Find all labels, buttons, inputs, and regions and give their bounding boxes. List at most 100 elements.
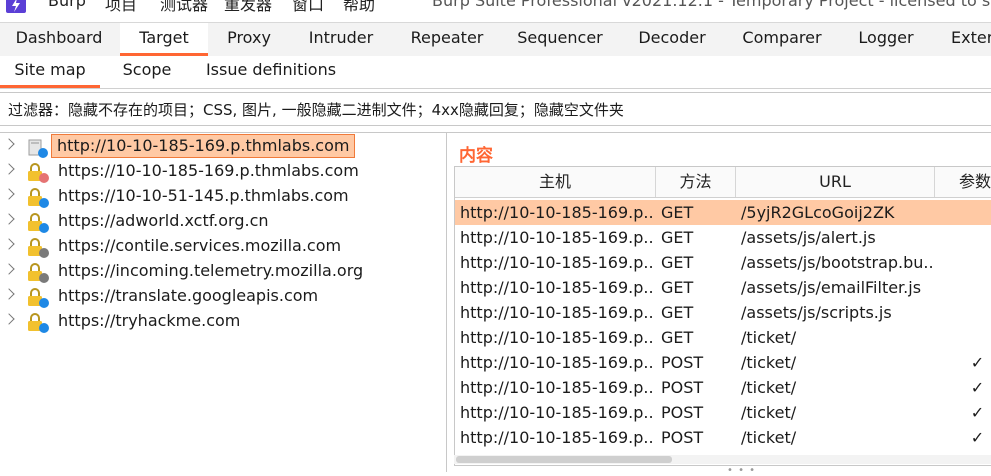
table-header: 主机 方法 URL 参数 (455, 167, 991, 198)
main-tab-bar: Dashboard Target Proxy Intruder Repeater… (0, 22, 991, 57)
lock-gray-icon (28, 263, 49, 283)
table-row[interactable]: http://10-10-185-169.p.... GET /5yjR2GLc… (455, 200, 991, 225)
menu-burp[interactable]: Burp (48, 0, 86, 10)
cell-params (965, 325, 990, 350)
site-map-tree: http://10-10-185-169.p.thmlabs.com https… (0, 132, 447, 472)
tree-item-url: https://10-10-185-169.p.thmlabs.com (58, 161, 359, 180)
tab-proxy[interactable]: Proxy (210, 23, 288, 55)
tree-item[interactable]: https://10-10-51-145.p.thmlabs.com (0, 184, 446, 209)
table-row[interactable]: http://10-10-185-169.p.... POST /ticket/… (455, 400, 991, 425)
cell-method: POST (661, 403, 704, 422)
cell-host: http://10-10-185-169.p.... (460, 353, 653, 372)
chevron-right-icon[interactable] (3, 138, 15, 150)
tab-comparer[interactable]: Comparer (726, 23, 838, 55)
window-title: Burp Suite Professional v2021.12.1 - Tem… (432, 0, 991, 10)
chevron-right-icon[interactable] (3, 313, 15, 325)
cell-url: /assets/js/bootstrap.bu... (741, 253, 933, 272)
chevron-right-icon[interactable] (3, 213, 15, 225)
menu-repeater[interactable]: 重发器 (224, 0, 272, 15)
tab-decoder[interactable]: Decoder (620, 23, 724, 55)
tab-extender-label: Exter (951, 28, 991, 47)
column-header-method[interactable]: 方法 (656, 167, 736, 197)
cell-method: GET (661, 278, 694, 297)
cell-url: /assets/js/alert.js (741, 228, 876, 247)
cell-method: GET (661, 203, 694, 222)
tab-site-map[interactable]: Site map (0, 56, 100, 88)
cell-params: ✓ (970, 403, 985, 422)
cell-method: GET (661, 253, 694, 272)
cell-method: POST (661, 353, 704, 372)
tab-intruder[interactable]: Intruder (290, 23, 392, 55)
lock-blue-icon (28, 313, 49, 333)
cell-host: http://10-10-185-169.p.... (460, 378, 653, 397)
chevron-right-icon[interactable] (3, 163, 15, 175)
cell-host: http://10-10-185-169.p.... (460, 228, 653, 247)
tree-item[interactable]: https://translate.googleapis.com (0, 284, 446, 309)
cell-host: http://10-10-185-169.p.... (460, 203, 653, 222)
menu-intruder[interactable]: 测试器 (160, 0, 208, 15)
lock-red-icon (28, 163, 49, 183)
tab-extender[interactable]: Exter (934, 23, 991, 55)
tree-item-url: https://tryhackme.com (58, 311, 241, 330)
chevron-right-icon[interactable] (3, 188, 15, 200)
table-row[interactable]: http://10-10-185-169.p.... GET /assets/j… (455, 225, 991, 250)
tree-item[interactable]: http://10-10-185-169.p.thmlabs.com (0, 134, 446, 159)
cell-method: POST (661, 378, 704, 397)
table-row[interactable]: http://10-10-185-169.p.... GET /assets/j… (455, 250, 991, 275)
sub-tab-bar: Site map Scope Issue definitions (0, 56, 991, 89)
cell-host: http://10-10-185-169.p.... (460, 303, 653, 322)
chevron-right-icon[interactable] (3, 263, 15, 275)
tree-item[interactable]: https://adworld.xctf.org.cn (0, 209, 446, 234)
tree-item-url: https://adworld.xctf.org.cn (58, 211, 269, 230)
tab-dashboard[interactable]: Dashboard (0, 23, 118, 55)
cell-url: /ticket/ (741, 378, 797, 397)
chevron-right-icon[interactable] (3, 238, 15, 250)
menu-help[interactable]: 帮助 (343, 0, 375, 15)
tab-repeater[interactable]: Repeater (394, 23, 500, 55)
cell-host: http://10-10-185-169.p.... (460, 278, 653, 297)
chevron-right-icon[interactable] (3, 288, 15, 300)
cell-params (965, 225, 990, 250)
table-row[interactable]: http://10-10-185-169.p.... POST /ticket/… (455, 350, 991, 375)
tab-issue-definitions[interactable]: Issue definitions (196, 56, 346, 88)
scrollbar-thumb[interactable] (456, 456, 672, 463)
menu-window[interactable]: 窗口 (292, 0, 324, 15)
table-row[interactable]: http://10-10-185-169.p.... POST /ticket/… (455, 375, 991, 400)
cell-params (965, 300, 990, 325)
cell-params: ✓ (970, 428, 985, 447)
cell-url: /5yjR2GLcoGoij2ZK (741, 203, 895, 222)
cell-host: http://10-10-185-169.p.... (460, 428, 653, 447)
cell-params (965, 275, 990, 300)
tree-item[interactable]: https://10-10-185-169.p.thmlabs.com (0, 159, 446, 184)
cell-params (965, 250, 990, 275)
table-row[interactable]: http://10-10-185-169.p.... GET /assets/j… (455, 275, 991, 300)
tree-item-url: https://10-10-51-145.p.thmlabs.com (58, 186, 349, 205)
cell-url: /ticket/ (741, 328, 797, 347)
cell-url: /assets/js/scripts.js (741, 303, 892, 322)
cell-method: GET (661, 328, 694, 347)
column-header-params[interactable]: 参数 (935, 167, 991, 197)
tab-sequencer[interactable]: Sequencer (502, 23, 618, 55)
title-bar: Burp 项目 测试器 重发器 窗口 帮助 Burp Suite Profess… (0, 0, 991, 22)
cell-params: ✓ (970, 378, 985, 397)
tree-item-url: http://10-10-185-169.p.thmlabs.com (51, 134, 356, 158)
tree-item[interactable]: https://incoming.telemetry.mozilla.org (0, 259, 446, 284)
table-row[interactable]: http://10-10-185-169.p.... POST /ticket/… (455, 425, 991, 450)
column-header-url[interactable]: URL (736, 167, 935, 197)
lock-blue-icon (28, 288, 49, 308)
burp-logo-icon (6, 0, 26, 13)
tree-item[interactable]: https://contile.services.mozilla.com (0, 234, 446, 259)
tree-item-url: https://contile.services.mozilla.com (58, 236, 342, 255)
tab-target[interactable]: Target (120, 23, 208, 56)
filter-text: 过滤器：隐藏不存在的项目；CSS, 图片, 一般隐藏二进制文件；4xx隐藏回复；… (8, 101, 624, 119)
menu-project[interactable]: 项目 (105, 0, 137, 15)
table-row[interactable]: http://10-10-185-169.p.... GET /assets/j… (455, 300, 991, 325)
cell-url: /ticket/ (741, 353, 797, 372)
column-header-host[interactable]: 主机 (455, 167, 656, 197)
filter-bar[interactable]: 过滤器：隐藏不存在的项目；CSS, 图片, 一般隐藏二进制文件；4xx隐藏回复；… (0, 92, 991, 126)
tab-logger[interactable]: Logger (840, 23, 932, 55)
tab-scope[interactable]: Scope (110, 56, 184, 88)
table-row[interactable]: http://10-10-185-169.p.... GET /ticket/ (455, 325, 991, 350)
horizontal-scrollbar[interactable] (454, 455, 991, 464)
tree-item[interactable]: https://tryhackme.com (0, 309, 446, 334)
